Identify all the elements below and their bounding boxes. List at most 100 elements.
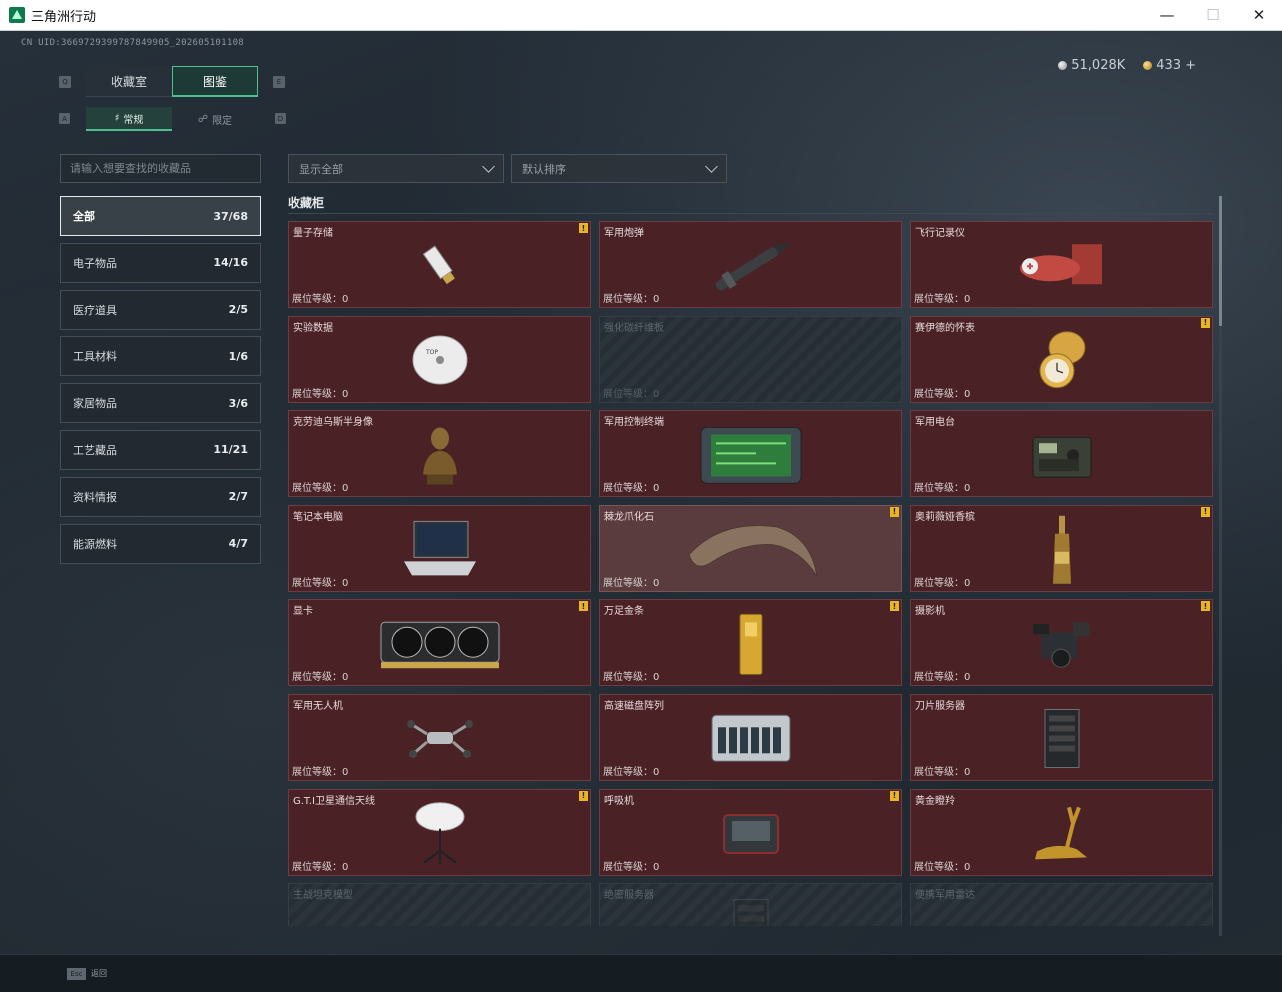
collection-item-card[interactable]: 军用无人机 展位等级：0 (288, 693, 591, 781)
collection-item-card[interactable]: 摄影机! 展位等级：0 (910, 599, 1213, 687)
tab-label: 收藏室 (110, 74, 147, 89)
tank-icon (405, 911, 475, 926)
new-badge-icon: ! (890, 790, 899, 801)
tab-codex[interactable]: 图鉴 (172, 66, 258, 97)
category-count: 4/7 (228, 537, 248, 551)
sub-tabs: ♯ 常规 ☍ 限定 (86, 107, 258, 131)
add-currency-button[interactable]: + (1185, 58, 1196, 73)
collection-item-card[interactable]: 克劳迪乌斯半身像 展位等级：0 (288, 410, 591, 498)
collection-grid: 量子存储! 展位等级：0 军用炮弹 展位等级：0 飞行记录仪 展位等级：0 实验数据 TOP 展… (288, 221, 1213, 926)
item-name: 呼吸机 (604, 795, 634, 807)
collection-item-card[interactable]: 高速磁盘阵列 展位等级：0 (599, 693, 902, 781)
new-badge-icon: ! (579, 601, 588, 612)
category-all[interactable]: 全部 37/68 (60, 196, 261, 236)
category-count: 1/6 (228, 349, 248, 363)
item-name: 军用电台 (915, 417, 955, 429)
category-count: 2/7 (228, 490, 248, 504)
item-name: 量子存储 (293, 228, 333, 239)
window-title: 三角洲行动 (31, 9, 97, 25)
subtab-regular[interactable]: ♯ 常规 (86, 107, 172, 131)
main-tabs: 收藏室 图鉴 (86, 66, 258, 97)
display-level: 展位等级：0 (914, 388, 971, 400)
search-input[interactable] (60, 154, 261, 183)
usb-drive-icon (415, 240, 465, 294)
collection-item-card[interactable]: 实验数据 TOP 展位等级：0 (288, 315, 591, 403)
collection-item-card[interactable]: 奥莉薇娅香槟! 展位等级：0 (910, 504, 1213, 592)
display-level: 展位等级：0 (603, 483, 660, 495)
subtab-label: 限定 (212, 115, 233, 127)
silver-currency: 51,028K (1058, 58, 1125, 73)
collection-item-card[interactable]: 黄金瞪羚 展位等级：0 (910, 788, 1213, 876)
category-name: 医疗道具 (73, 303, 117, 317)
maximize-button[interactable]: ☐ (1190, 0, 1236, 31)
collection-item-card[interactable]: 军用电台 展位等级：0 (910, 410, 1213, 498)
category-count: 14/16 (213, 256, 248, 270)
collection-item-card[interactable]: G.T.I卫星通信天线! 展位等级：0 (288, 788, 591, 876)
item-name: 强化碳纤维板 (604, 322, 664, 334)
collection-item-card[interactable]: 绝密服务器 (599, 883, 902, 926)
category-crafts[interactable]: 工艺藏品 11/21 (60, 429, 261, 470)
game-stage: CN UID:3669729399787849905_202605101108 … (0, 31, 1282, 992)
category-name: 能源燃料 (73, 537, 117, 551)
collection-item-card[interactable]: 笔记本电脑 展位等级：0 (288, 504, 591, 592)
app-logo-icon (9, 7, 25, 23)
subtab-limited[interactable]: ☍ 限定 (172, 107, 258, 131)
collection-item-card[interactable]: 量子存储! 展位等级：0 (288, 221, 591, 308)
category-energy[interactable]: 能源燃料 4/7 (60, 523, 261, 564)
esc-key-hint[interactable]: Esc (67, 968, 86, 980)
collection-item-card[interactable]: 强化碳纤维板 展位等级：0 (599, 315, 902, 403)
regular-icon: ♯ (114, 112, 120, 124)
disk-array-icon (706, 708, 796, 774)
minimize-button[interactable]: — (1144, 0, 1190, 31)
category-intel[interactable]: 资料情报 2/7 (60, 476, 261, 517)
gold-amount: 433 (1156, 58, 1182, 73)
category-count: 37/68 (213, 209, 248, 223)
category-name: 家居物品 (73, 397, 117, 411)
tab-collection-room[interactable]: 收藏室 (86, 66, 172, 97)
category-medical[interactable]: 医疗道具 2/5 (60, 289, 261, 330)
section-title: 收藏柜 (288, 196, 325, 210)
scrollbar-thumb[interactable] (1219, 196, 1222, 326)
collection-item-card[interactable]: 呼吸机! 展位等级：0 (599, 788, 902, 876)
back-label[interactable]: 返回 (91, 968, 107, 979)
key-hint-left: A (59, 113, 70, 124)
collection-item-card[interactable]: 军用控制终端 展位等级：0 (599, 410, 902, 498)
collection-item-card[interactable]: 便携军用雷达 (910, 883, 1213, 926)
category-tools[interactable]: 工具材料 1/6 (60, 336, 261, 377)
item-name: 便携军用雷达 (915, 890, 975, 902)
collection-item-card[interactable]: 飞行记录仪 展位等级：0 (910, 221, 1213, 308)
item-name: 军用炮弹 (604, 228, 644, 239)
item-name: 棘龙爪化石 (604, 511, 654, 523)
collection-item-card[interactable]: 棘龙爪化石! 展位等级：0 (599, 504, 902, 592)
svg-text:TOP: TOP (425, 349, 438, 356)
item-name: 克劳迪乌斯半身像 (293, 417, 373, 429)
chevron-down-icon (482, 159, 495, 173)
server-icon (1037, 706, 1087, 776)
collection-item-card[interactable]: 显卡! 展位等级：0 (288, 599, 591, 687)
section-divider (288, 213, 1213, 214)
collection-item-card[interactable]: 万足金条! 展位等级：0 (599, 599, 902, 687)
tab-label: 图鉴 (202, 74, 227, 89)
item-name: 高速磁盘阵列 (604, 700, 664, 712)
collection-item-card[interactable]: 主战坦克模型 (288, 883, 591, 926)
item-name: 绝密服务器 (604, 890, 654, 902)
collection-item-card[interactable]: 刀片服务器 展位等级：0 (910, 693, 1213, 781)
gold-currency[interactable]: 433 + (1143, 58, 1196, 73)
close-button[interactable]: ✕ (1236, 0, 1282, 31)
gold-coin-icon (1143, 61, 1153, 70)
category-name: 电子物品 (73, 256, 117, 270)
display-level: 展位等级：0 (292, 388, 349, 400)
sort-dropdown[interactable]: 默认排序 (511, 154, 727, 183)
item-name: 显卡 (293, 606, 313, 618)
category-electronics[interactable]: 电子物品 14/16 (60, 242, 261, 283)
key-hint-right: D (275, 113, 286, 124)
display-filter-dropdown[interactable]: 显示全部 (288, 154, 504, 183)
display-level: 展位等级：0 (603, 388, 660, 400)
collection-item-card[interactable]: 赛伊德的怀表! 展位等级：0 (910, 315, 1213, 403)
category-home[interactable]: 家居物品 3/6 (60, 383, 261, 424)
category-name: 全部 (73, 210, 95, 223)
collection-item-card[interactable]: 军用炮弹 展位等级：0 (599, 221, 902, 308)
display-level: 展位等级：0 (292, 766, 349, 778)
sort-value: 默认排序 (522, 162, 566, 176)
grid-scrollbar[interactable] (1219, 196, 1222, 936)
